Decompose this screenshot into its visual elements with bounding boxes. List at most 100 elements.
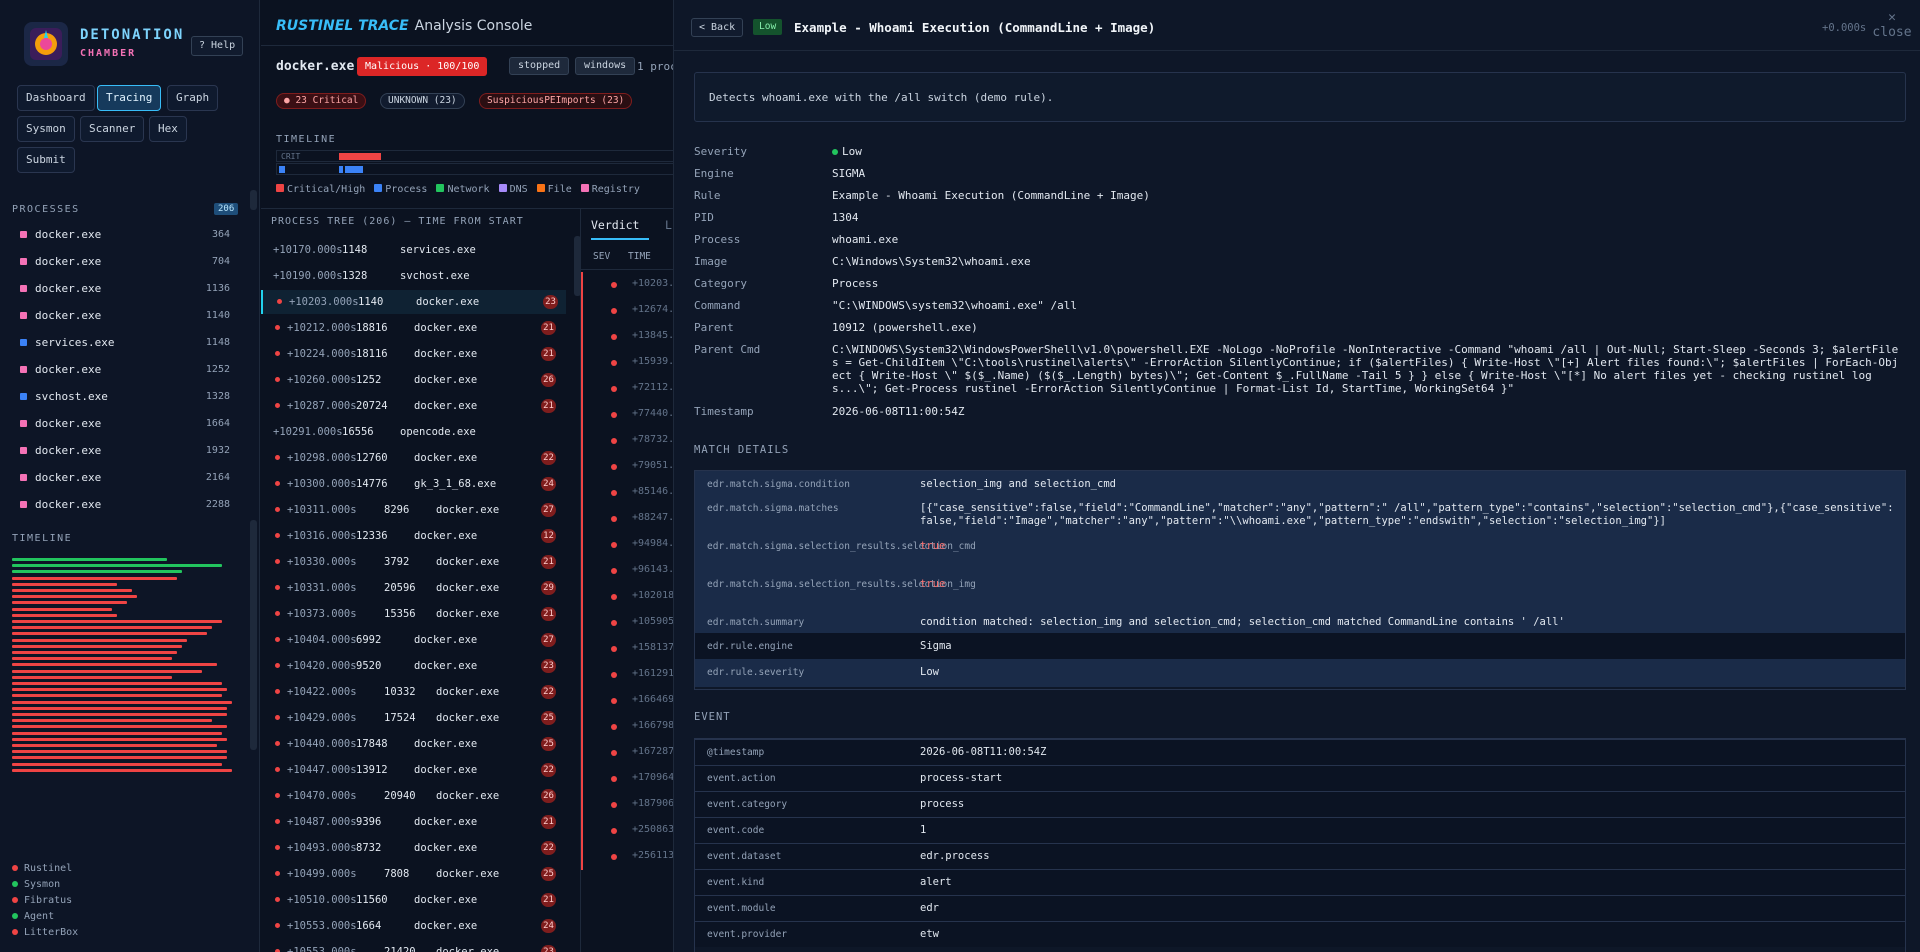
verdict-row[interactable]: +158137.	[581, 636, 680, 662]
tree-row[interactable]: +10190.000s 1328 svchost.exe	[261, 264, 566, 288]
nav-sysmon[interactable]: Sysmon	[17, 116, 75, 142]
verdict-row[interactable]: +102018.	[581, 584, 680, 610]
verdict-row[interactable]: +166469.	[581, 688, 680, 714]
critical-dot-icon	[275, 403, 280, 408]
field-key: Severity	[694, 145, 747, 158]
tree-row-name: docker.exe	[436, 686, 500, 698]
tree-row[interactable]: +10422.000s 10332 docker.exe 22	[261, 680, 566, 704]
tree-row-count: 27	[541, 633, 556, 647]
verdict-row[interactable]: +78732.0	[581, 428, 680, 454]
unknown-pill[interactable]: UNKNOWN (23)	[380, 93, 465, 109]
critical-pill[interactable]: ● 23 Critical	[276, 93, 367, 109]
timeline-bar	[12, 558, 167, 561]
tree-row[interactable]: +10510.000s 11560 docker.exe 21	[261, 888, 566, 912]
timeline-bar	[12, 638, 187, 642]
process-item[interactable]: docker.exe 1664	[20, 416, 230, 432]
tree-row[interactable]: +10447.000s 13912 docker.exe 22	[261, 758, 566, 782]
help-button[interactable]: ? Help	[191, 36, 244, 56]
nav-graph[interactable]: Graph	[167, 85, 219, 111]
verdict-row[interactable]: +94984.0	[581, 532, 680, 558]
verdict-row[interactable]: +166798.	[581, 714, 680, 740]
tree-row[interactable]: +10493.000s 8732 docker.exe 22	[261, 836, 566, 860]
tree-row[interactable]: +10170.000s 1148 services.exe	[261, 238, 566, 262]
verdict-row[interactable]: +85146.0	[581, 480, 680, 506]
tab-verdict[interactable]: Verdict	[591, 218, 639, 232]
verdict-row[interactable]: +187906.	[581, 792, 680, 818]
processes-scrollbar[interactable]	[250, 190, 257, 210]
tree-row[interactable]: +10316.000s 12336 docker.exe 12	[261, 524, 566, 548]
tree-row[interactable]: +10440.000s 17848 docker.exe 25	[261, 732, 566, 756]
tree-row[interactable]: +10331.000s 20596 docker.exe 29	[261, 576, 566, 600]
verdict-row[interactable]: +79051.0	[581, 454, 680, 480]
process-item[interactable]: docker.exe 2288	[20, 497, 230, 513]
verdict-row[interactable]: +256113.	[581, 844, 680, 870]
process-item-pid: 704	[211, 256, 230, 267]
nav-submit[interactable]: Submit	[17, 147, 75, 173]
verdict-row[interactable]: +161291.	[581, 662, 680, 688]
timeline-scrollbar[interactable]	[250, 520, 257, 750]
tree-row-time: +10212.000s	[287, 322, 357, 334]
process-item[interactable]: docker.exe 704	[20, 254, 230, 270]
verdict-row[interactable]: +105905.	[581, 610, 680, 636]
process-item[interactable]: docker.exe 1136	[20, 281, 230, 297]
tree-row[interactable]: +10298.000s 12760 docker.exe 22	[261, 446, 566, 470]
verdict-row[interactable]: +13845.0	[581, 324, 680, 350]
event-value: 1	[920, 824, 927, 836]
tree-row[interactable]: +10404.000s 6992 docker.exe 27	[261, 628, 566, 652]
tree-row[interactable]: +10429.000s 17524 docker.exe 25	[261, 706, 566, 730]
tree-row[interactable]: +10553.000s 1664 docker.exe 24	[261, 914, 566, 938]
tree-row[interactable]: +10287.000s 20724 docker.exe 21	[261, 394, 566, 418]
verdict-row[interactable]: +12674.0	[581, 298, 680, 324]
severity-dot-icon	[611, 542, 617, 548]
tree-row[interactable]: +10330.000s 3792 docker.exe 21	[261, 550, 566, 574]
process-item[interactable]: docker.exe 1140	[20, 308, 230, 324]
tree-row[interactable]: +10224.000s 18116 docker.exe 21	[261, 342, 566, 366]
close-button[interactable]: ✕ close	[1869, 10, 1915, 40]
process-item[interactable]: docker.exe 1932	[20, 443, 230, 459]
tree-row[interactable]: +10553.000s 21420 docker.exe 23	[261, 940, 566, 952]
nav-dashboard[interactable]: Dashboard	[17, 85, 95, 111]
tree-row[interactable]: +10260.000s 1252 docker.exe 26	[261, 368, 566, 392]
timeline-bar	[12, 725, 227, 729]
suspicious-pill[interactable]: SuspiciousPEImports (23)	[479, 93, 633, 109]
severity-dot-icon	[611, 594, 617, 600]
match-key: edr.match.sigma.selection_results.select…	[707, 579, 976, 590]
verdict-row[interactable]: +170964.	[581, 766, 680, 792]
tree-row[interactable]: +10420.000s 9520 docker.exe 23	[261, 654, 566, 678]
verdict-row[interactable]: +250863.	[581, 818, 680, 844]
tab-other[interactable]: L	[665, 218, 672, 232]
timeline-bar	[12, 713, 227, 716]
tree-row[interactable]: +10203.000s 1140 docker.exe 23	[261, 290, 566, 314]
verdict-row[interactable]: +88247.0	[581, 506, 680, 532]
verdict-row[interactable]: +77440.0	[581, 402, 680, 428]
tree-row[interactable]: +10291.000s 16556 opencode.exe	[261, 420, 566, 444]
tree-row[interactable]: +10212.000s 18816 docker.exe 21	[261, 316, 566, 340]
tree-row-time: +10291.000s	[273, 426, 343, 438]
tree-row-name: docker.exe	[436, 790, 500, 802]
nav-scanner[interactable]: Scanner	[80, 116, 145, 142]
tree-row[interactable]: +10487.000s 9396 docker.exe 21	[261, 810, 566, 834]
verdict-row[interactable]: +96143.0	[581, 558, 680, 584]
tree-row[interactable]: +10300.000s 14776 gk_3_1_68.exe 24	[261, 472, 566, 496]
severity-dot-icon	[611, 438, 617, 444]
tree-row-pid: 8732	[356, 842, 382, 854]
verdict-row[interactable]: +15939.0	[581, 350, 680, 376]
nav-tracing[interactable]: Tracing	[97, 85, 162, 111]
verdict-row[interactable]: +167287.	[581, 740, 680, 766]
severity-dot-icon	[611, 620, 617, 626]
tree-row[interactable]: +10499.000s 7808 docker.exe 25	[261, 862, 566, 886]
verdict-row[interactable]: +72112.0	[581, 376, 680, 402]
tree-row[interactable]: +10470.000s 20940 docker.exe 26	[261, 784, 566, 808]
process-item[interactable]: docker.exe 2164	[20, 470, 230, 486]
tree-row[interactable]: +10373.000s 15356 docker.exe 21	[261, 602, 566, 626]
tree-row-pid: 16556	[342, 426, 374, 438]
process-item[interactable]: docker.exe 364	[20, 227, 230, 243]
nav-hex[interactable]: Hex	[149, 116, 187, 142]
process-item[interactable]: docker.exe 1252	[20, 362, 230, 378]
tree-row[interactable]: +10311.000s 8296 docker.exe 27	[261, 498, 566, 522]
mini-timeline-proc-lane	[276, 163, 676, 175]
process-item[interactable]: services.exe 1148	[20, 335, 230, 351]
back-button[interactable]: < Back	[691, 18, 744, 37]
process-item[interactable]: svchost.exe 1328	[20, 389, 230, 405]
verdict-row[interactable]: +10203.0	[581, 272, 680, 298]
